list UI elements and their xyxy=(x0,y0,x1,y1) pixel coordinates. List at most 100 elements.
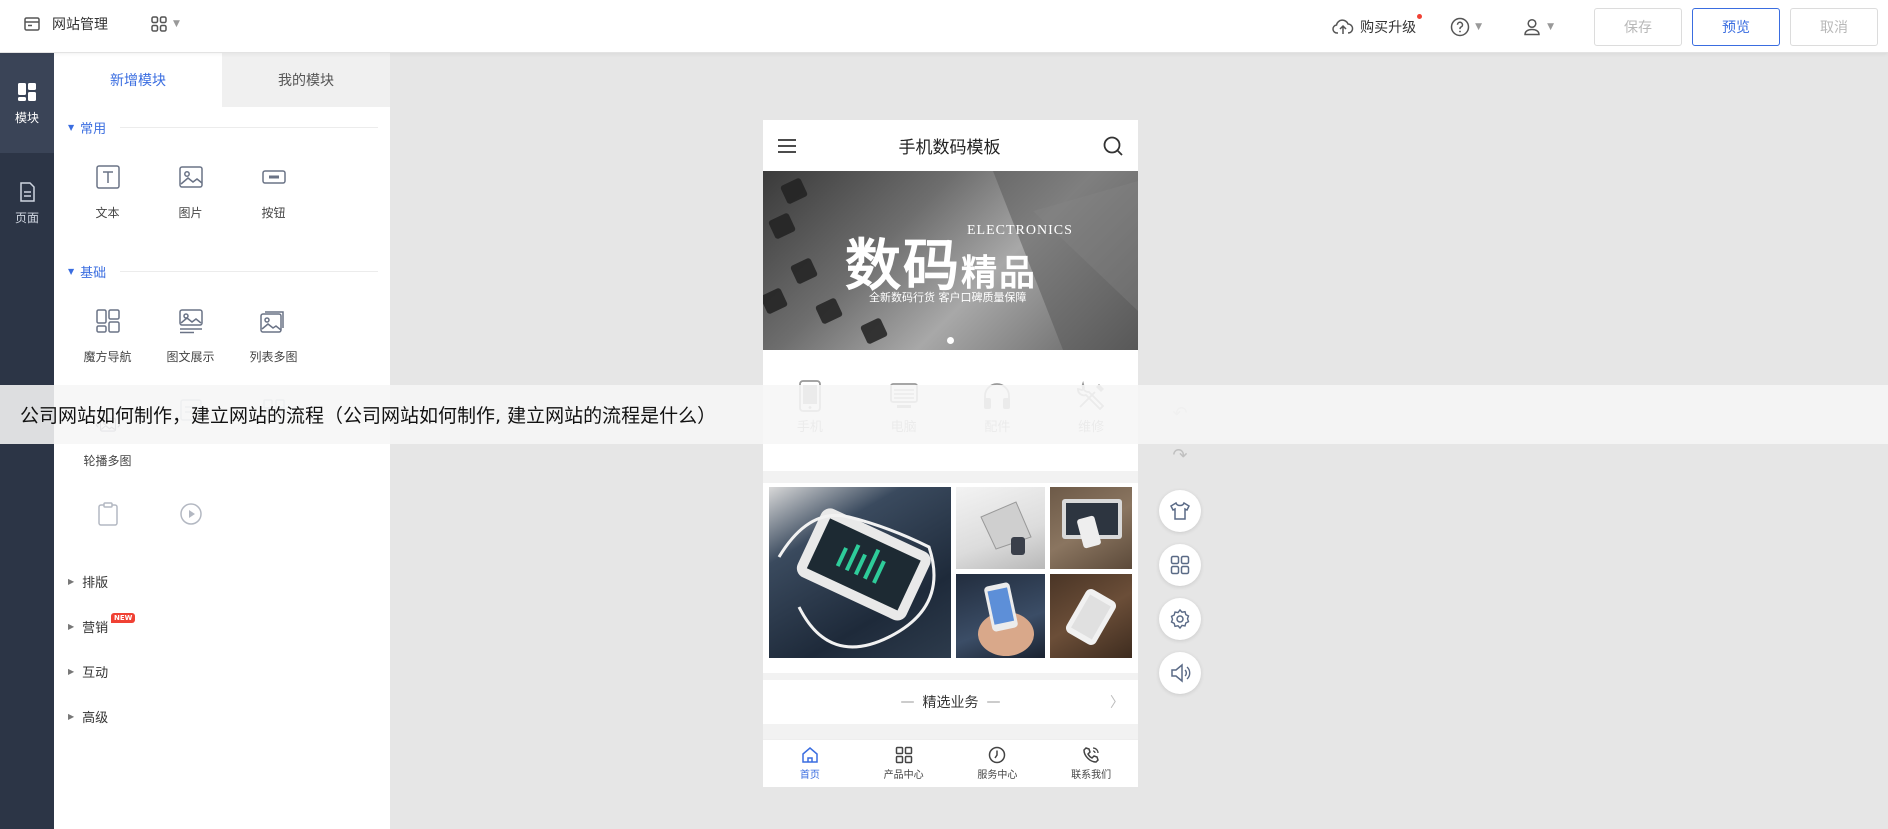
featured-section-header[interactable]: — 精选业务 — 〉 xyxy=(763,680,1138,724)
product-photo-phone-table[interactable] xyxy=(1050,574,1132,658)
rail-item-pages[interactable]: 页面 xyxy=(0,153,54,253)
module-basic-row2-d[interactable] xyxy=(149,491,232,551)
module-label: 文本 xyxy=(95,205,120,220)
module-tabs: 新增模块 我的模块 xyxy=(54,53,390,107)
apps-grid-icon xyxy=(151,16,167,32)
photo-art xyxy=(980,501,1032,555)
rail-item-label: 模块 xyxy=(14,110,39,125)
upgrade-button[interactable]: 购买升级 xyxy=(1332,13,1423,37)
module-label: 魔方导航 xyxy=(83,349,132,364)
module-image[interactable]: 图片 xyxy=(149,139,232,243)
module-basic-row2-c[interactable] xyxy=(66,491,149,551)
preview-button[interactable]: 预览 xyxy=(1692,7,1780,46)
cloud-upload-icon xyxy=(1332,18,1354,34)
topbar-right: 购买升级 ▼ ▼ 保存 预览 取消 xyxy=(1332,0,1888,53)
search-icon[interactable] xyxy=(1102,135,1124,157)
modules-button[interactable] xyxy=(1159,544,1201,586)
user-icon xyxy=(1524,18,1540,35)
nav-label: 联系我们 xyxy=(1071,770,1112,781)
photo-art xyxy=(978,582,1034,656)
photo-art xyxy=(777,508,936,649)
notification-dot xyxy=(1417,13,1423,19)
music-button[interactable] xyxy=(1159,652,1201,694)
section-advanced[interactable]: ▶ 高级 xyxy=(54,694,390,739)
menu-icon[interactable] xyxy=(777,138,797,154)
carousel-indicator[interactable] xyxy=(947,337,954,344)
banner-subtitle: 全新数码行货 客户口碑质量保障 xyxy=(869,291,1027,304)
title-dash-left: — xyxy=(900,694,915,710)
title-dash-right: — xyxy=(986,694,1001,710)
button-icon xyxy=(259,162,289,192)
theme-button[interactable] xyxy=(1159,490,1201,532)
section-title: 基础 xyxy=(80,265,107,281)
module-image-text[interactable]: 图文展示 xyxy=(149,283,232,387)
nav-item-contact[interactable]: 联系我们 xyxy=(1044,740,1138,787)
settings-button[interactable] xyxy=(1159,598,1201,640)
chevron-down-icon: ▼ xyxy=(1547,21,1554,32)
nav-item-service[interactable]: 服务中心 xyxy=(951,740,1045,787)
module-icon xyxy=(18,82,36,101)
clipboard-icon xyxy=(93,499,123,529)
website-manage-icon[interactable] xyxy=(22,14,42,34)
phone-preview[interactable]: 手机数码模板 数码精品 ELECTRONICS 全新数码行货 客户口碑质量保障 … xyxy=(763,120,1138,787)
nav-label: 服务中心 xyxy=(977,770,1018,781)
product-photo-laptop-hand[interactable] xyxy=(1050,487,1132,569)
product-photo-grid xyxy=(763,483,1138,673)
section-title: 互动 xyxy=(82,666,109,681)
product-photo-laptop-desk[interactable] xyxy=(956,487,1045,569)
home-icon xyxy=(801,746,819,764)
help-icon xyxy=(1450,17,1470,36)
product-photo-iphone-hand[interactable] xyxy=(956,574,1045,658)
section-title: 排版 xyxy=(82,576,109,591)
nav-label: 首页 xyxy=(799,770,820,781)
triangle-right-icon: ▶ xyxy=(68,577,75,586)
site-manage-title[interactable]: 网站管理 xyxy=(52,14,108,34)
apps-menu[interactable]: ▼ xyxy=(150,15,180,33)
phone-bottom-nav: 首页 产品中心 服务中心 联系我们 xyxy=(763,739,1138,787)
module-button[interactable]: 按钮 xyxy=(232,139,315,243)
section-common[interactable]: ▼ 常用 xyxy=(54,115,390,139)
chevron-right-icon[interactable]: 〉 xyxy=(1110,692,1124,712)
triangle-down-icon: ▼ xyxy=(68,266,75,276)
page-icon xyxy=(20,181,35,202)
photo-art xyxy=(1062,499,1122,549)
chevron-down-icon: ▼ xyxy=(1475,21,1483,32)
triangle-right-icon: ▶ xyxy=(68,712,75,721)
user-menu[interactable]: ▼ xyxy=(1522,17,1554,37)
divider xyxy=(120,126,378,128)
product-photo-phone-earphones[interactable] xyxy=(769,487,951,658)
list-images-icon xyxy=(259,306,289,336)
photo-art xyxy=(1065,589,1117,645)
module-list-images[interactable]: 列表多图 xyxy=(232,283,315,387)
hero-banner[interactable]: 数码精品 ELECTRONICS 全新数码行货 客户口碑质量保障 xyxy=(763,171,1138,350)
help-menu[interactable]: ▼ xyxy=(1450,17,1482,37)
rail-item-modules[interactable]: 模块 xyxy=(0,53,54,153)
tab-my-modules[interactable]: 我的模块 xyxy=(222,53,390,107)
upgrade-label: 购买升级 xyxy=(1360,19,1417,36)
new-badge: NEW xyxy=(111,613,136,623)
module-grid-nav[interactable]: 魔方导航 xyxy=(66,283,149,387)
image-text-icon xyxy=(176,306,206,336)
section-layout[interactable]: ▶ 排版 xyxy=(54,559,390,604)
phone-header: 手机数码模板 xyxy=(763,120,1138,171)
section-interactive[interactable]: ▶ 互动 xyxy=(54,649,390,694)
cancel-button[interactable]: 取消 xyxy=(1790,7,1878,46)
common-modules-grid: 文本 图片 按钮 xyxy=(54,139,390,243)
module-label: 按钮 xyxy=(261,205,286,220)
section-marketing[interactable]: ▶ 营销 NEW xyxy=(54,604,390,649)
save-button[interactable]: 保存 xyxy=(1594,7,1682,46)
nav-item-products[interactable]: 产品中心 xyxy=(857,740,951,787)
phone-call-icon xyxy=(1082,746,1100,764)
chevron-down-icon: ▼ xyxy=(173,19,180,29)
grid-icon xyxy=(895,746,913,764)
module-text[interactable]: 文本 xyxy=(66,139,149,243)
tab-new-modules[interactable]: 新增模块 xyxy=(54,53,222,107)
divider xyxy=(120,270,378,272)
section-basic[interactable]: ▼ 基础 xyxy=(54,259,390,283)
triangle-down-icon: ▼ xyxy=(68,122,75,132)
triangle-right-icon: ▶ xyxy=(68,667,75,676)
text-icon xyxy=(93,162,123,192)
nav-item-home[interactable]: 首页 xyxy=(763,740,857,787)
section-title: 常用 xyxy=(80,121,107,137)
module-label: 图文展示 xyxy=(166,349,215,364)
